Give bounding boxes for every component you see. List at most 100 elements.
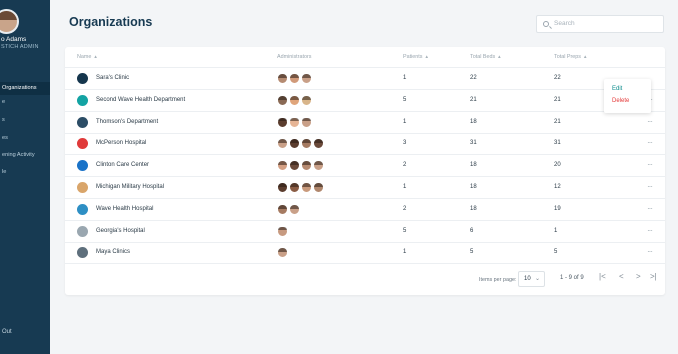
total-preps-count: 20: [554, 162, 561, 169]
administrator-avatar[interactable]: [277, 203, 288, 215]
administrator-avatar[interactable]: [301, 160, 312, 172]
administrator-avatar[interactable]: [277, 182, 288, 193]
administrator-avatar[interactable]: [289, 73, 300, 84]
total-preps-count: 1: [554, 227, 558, 234]
table-header: Name ▲ Administrators Patients ▲ Total Bed…: [65, 47, 665, 68]
administrator-avatar[interactable]: [277, 138, 288, 150]
sidebar-item-3[interactable]: s: [0, 114, 50, 127]
more-options-icon[interactable]: ···: [647, 160, 653, 169]
administrator-avatar[interactable]: [277, 116, 288, 128]
table-row[interactable]: Thomson's Department 1 18 21 ···: [65, 112, 665, 134]
patients-count: 5: [403, 227, 407, 234]
administrator-avatar[interactable]: [301, 116, 312, 128]
more-options-icon[interactable]: ···: [647, 226, 653, 235]
items-per-page-label: Items per page:: [479, 277, 517, 283]
total-preps-count: 12: [554, 184, 561, 190]
total-beds-count: 5: [470, 249, 474, 256]
total-beds-count: 31: [470, 140, 477, 147]
edit-menu-item[interactable]: Edit: [612, 86, 622, 92]
more-options-icon[interactable]: ···: [647, 204, 653, 213]
table-row[interactable]: Georgia's Hospital 5 6 1 ···: [65, 221, 665, 243]
search-input[interactable]: Search: [536, 15, 664, 33]
organization-name[interactable]: Wave Health Hospital: [96, 206, 153, 212]
table-row[interactable]: Wave Health Hospital 2 18 19 ···: [65, 199, 665, 221]
sidebar-item-screening-activity[interactable]: ening Activity: [0, 149, 50, 162]
next-page-button[interactable]: >: [636, 272, 641, 281]
patients-count: 1: [403, 249, 407, 256]
column-header-name[interactable]: Name ▲: [77, 54, 98, 60]
organization-name[interactable]: Sara's Clinic: [96, 75, 129, 81]
administrator-avatar[interactable]: [289, 138, 300, 150]
sidebar: o Adams STICH ADMIN Organizations e s es…: [0, 0, 50, 354]
organizations-table: Name ▲ Administrators Patients ▲ Total Bed…: [65, 47, 665, 295]
organization-logo-icon: [77, 182, 88, 193]
table-row[interactable]: McPerson Hospital 3 31 31 ···: [65, 133, 665, 156]
table-row[interactable]: Second Wave Health Department52121···: [65, 90, 665, 112]
total-beds-count: 6: [470, 227, 474, 234]
administrator-avatar[interactable]: [301, 94, 312, 106]
more-options-icon[interactable]: ···: [647, 138, 653, 147]
administrator-avatar[interactable]: [313, 138, 324, 150]
administrator-avatar[interactable]: [277, 225, 288, 237]
column-header-patients[interactable]: Patients ▲: [403, 54, 429, 60]
administrator-avatar[interactable]: [301, 138, 312, 150]
administrator-avatar[interactable]: [277, 94, 288, 106]
organization-name[interactable]: McPerson Hospital: [96, 140, 146, 146]
first-page-button[interactable]: |<: [599, 272, 606, 281]
sidebar-item-2[interactable]: e: [0, 96, 50, 109]
more-options-icon[interactable]: ···: [647, 117, 653, 126]
administrator-avatar[interactable]: [277, 73, 288, 84]
organization-name[interactable]: Michigan Military Hospital: [96, 184, 164, 190]
administrator-avatar[interactable]: [313, 160, 324, 172]
last-page-button[interactable]: >|: [650, 272, 657, 281]
user-name: o Adams: [1, 36, 27, 43]
administrator-avatar[interactable]: [289, 182, 300, 193]
row-actions-menu: Edit Delete: [604, 79, 651, 113]
organization-logo-icon: [77, 247, 88, 259]
user-avatar[interactable]: [0, 9, 19, 34]
table-row[interactable]: Clinton Care Center 2 18 20 ···: [65, 155, 665, 178]
organization-name[interactable]: Georgia's Hospital: [96, 228, 145, 234]
column-header-total-preps[interactable]: Total Preps ▲: [554, 54, 587, 60]
total-preps-count: 21: [554, 96, 561, 103]
patients-count: 2: [403, 162, 407, 169]
search-placeholder: Search: [554, 20, 575, 27]
sidebar-item-6[interactable]: le: [0, 166, 50, 179]
organization-logo-icon: [77, 138, 88, 150]
page-title: Organizations: [69, 15, 153, 29]
administrator-avatar[interactable]: [301, 73, 312, 84]
total-preps-count: 21: [554, 118, 561, 125]
administrator-avatar[interactable]: [301, 182, 312, 193]
administrator-avatar[interactable]: [289, 160, 300, 172]
items-per-page-select[interactable]: 10 ⌄: [518, 271, 545, 287]
organization-name[interactable]: Maya Clinics: [96, 249, 130, 255]
total-beds-count: 18: [470, 162, 477, 169]
column-header-total-beds[interactable]: Total Beds ▲: [470, 54, 502, 60]
sidebar-item-organizations[interactable]: Organizations: [0, 82, 50, 95]
sidebar-item-4[interactable]: es: [0, 132, 50, 145]
table-row[interactable]: Sara's Clinic 1 22 22: [65, 68, 665, 90]
logout-button[interactable]: Out: [2, 329, 12, 335]
organization-logo-icon: [77, 73, 88, 84]
organization-logo-icon: [77, 94, 88, 106]
organization-logo-icon: [77, 203, 88, 215]
administrator-avatar[interactable]: [313, 182, 324, 193]
administrator-avatar[interactable]: [289, 94, 300, 106]
organization-name[interactable]: Thomson's Department: [96, 119, 158, 125]
administrator-avatar[interactable]: [289, 116, 300, 128]
organization-name[interactable]: Clinton Care Center: [96, 162, 149, 168]
administrator-avatar[interactable]: [289, 203, 300, 215]
more-options-icon[interactable]: ···: [647, 247, 653, 256]
administrator-avatar[interactable]: [277, 247, 288, 259]
more-options-icon[interactable]: ···: [647, 182, 653, 191]
total-preps-count: 5: [554, 249, 558, 256]
administrator-avatar[interactable]: [277, 160, 288, 172]
organization-logo-icon: [77, 225, 88, 237]
delete-menu-item[interactable]: Delete: [612, 98, 629, 104]
previous-page-button[interactable]: <: [619, 272, 624, 281]
patients-count: 1: [403, 75, 407, 81]
organization-logo-icon: [77, 160, 88, 172]
table-row[interactable]: Michigan Military Hospital 1 18 12 ···: [65, 177, 665, 199]
organization-name[interactable]: Second Wave Health Department: [96, 97, 185, 103]
table-row[interactable]: Maya Clinics 1 5 5 ···: [65, 242, 665, 265]
